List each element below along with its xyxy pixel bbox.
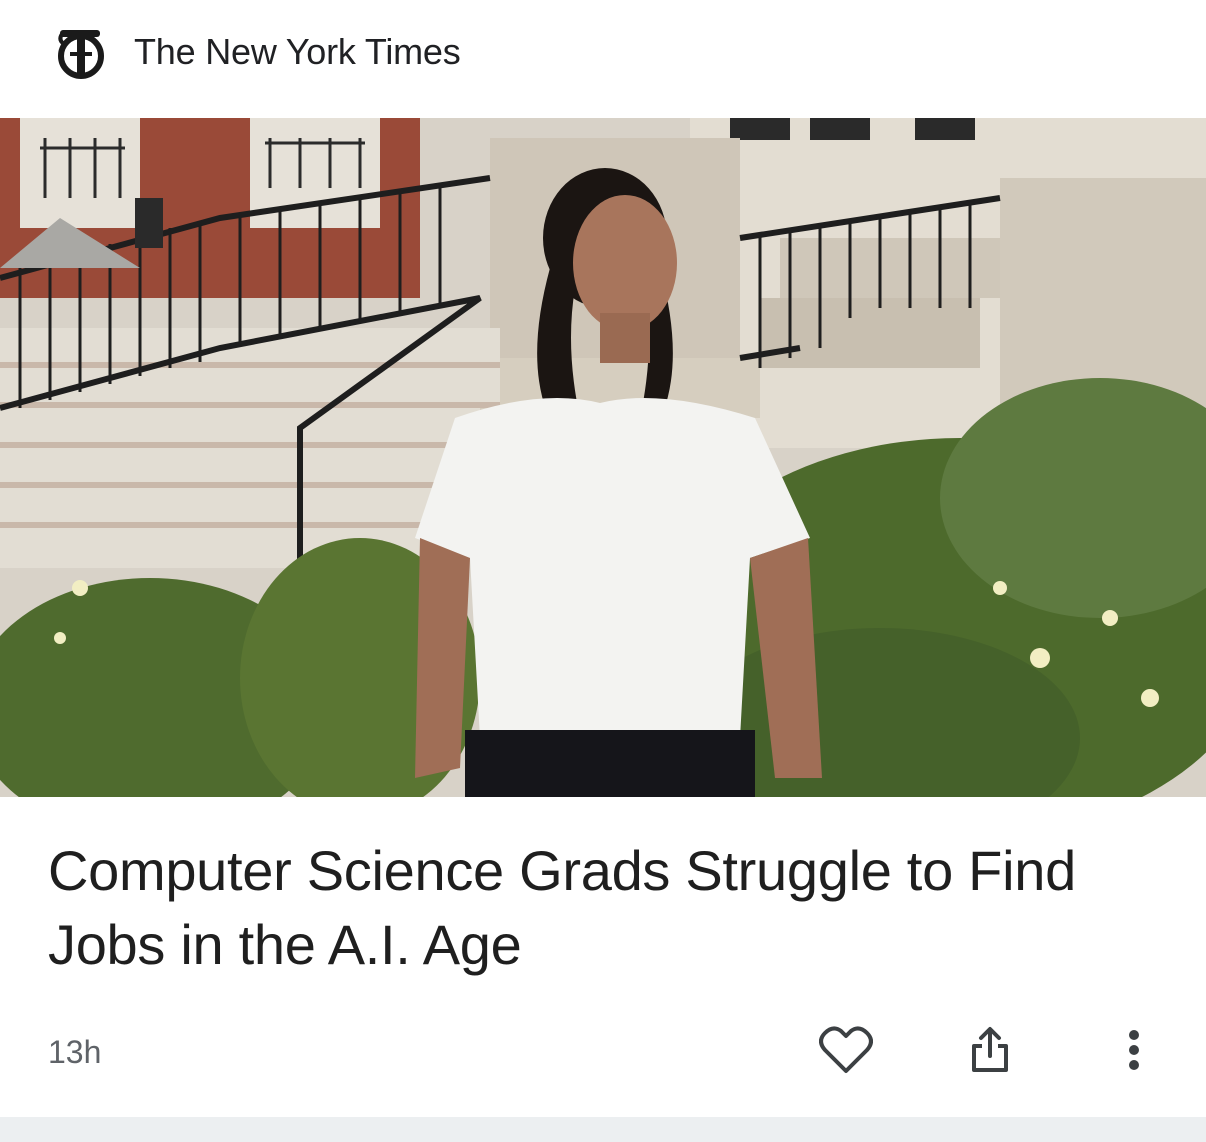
heart-outline-icon — [819, 1025, 873, 1080]
share-button[interactable] — [958, 1022, 1022, 1082]
share-icon — [970, 1026, 1010, 1079]
source-name: The New York Times — [134, 31, 461, 72]
card-divider — [0, 1117, 1206, 1142]
source-row: The New York Times — [0, 0, 1206, 118]
hero-image[interactable] — [0, 118, 1206, 797]
like-button[interactable] — [814, 1022, 878, 1082]
headline[interactable]: Computer Science Grads Struggle to Find … — [48, 834, 1158, 982]
more-vert-icon — [1128, 1029, 1140, 1075]
nyt-logo-icon — [56, 26, 106, 80]
more-options-button[interactable] — [1102, 1022, 1166, 1082]
news-card[interactable]: The New York Times Computer Science Grad… — [0, 0, 1206, 1117]
timestamp: 13h — [48, 1034, 102, 1070]
